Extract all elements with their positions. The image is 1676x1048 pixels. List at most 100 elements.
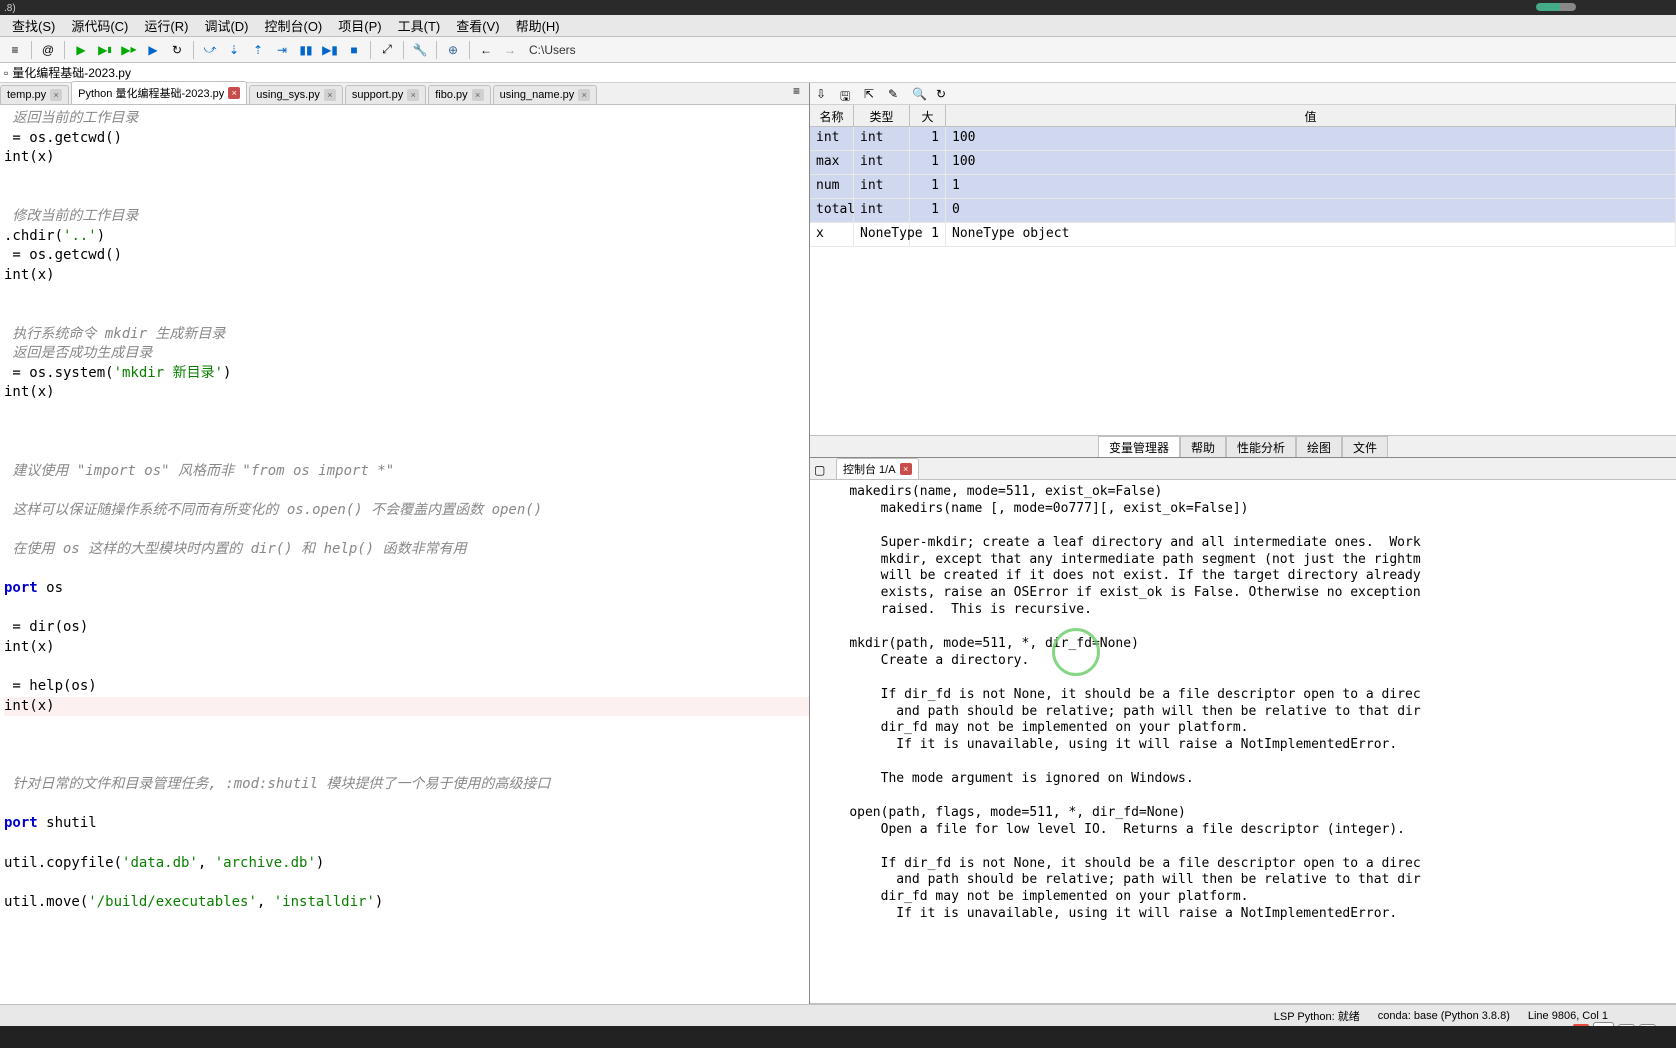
step-icon[interactable]: ▶▮ (319, 39, 341, 61)
run-icon[interactable]: ▶ (70, 39, 92, 61)
editor-tab[interactable]: support.py× (345, 85, 426, 104)
import-icon[interactable]: ⇩ (816, 87, 830, 101)
code-line[interactable] (4, 285, 809, 305)
code-line[interactable]: 建议使用 "import os" 风格而非 "from os import *" (4, 462, 809, 482)
code-line[interactable] (4, 168, 809, 188)
menu-项目[interactable]: 项目(P) (330, 14, 389, 37)
code-line[interactable]: = help(os) (4, 677, 809, 697)
code-line[interactable] (4, 403, 809, 423)
export-icon[interactable]: ⇱ (864, 87, 878, 101)
menu-查看[interactable]: 查看(V) (448, 14, 507, 37)
code-line[interactable]: util.move('/build/executables', 'install… (4, 893, 809, 913)
variable-list[interactable]: intint1100maxint1100numint11totalint10xN… (810, 127, 1676, 397)
clear-icon[interactable]: ✎ (888, 87, 902, 101)
menu-源代码[interactable]: 源代码(C) (63, 14, 136, 37)
code-line[interactable] (4, 795, 809, 815)
code-line[interactable]: = os.system('mkdir 新目录') (4, 364, 809, 384)
code-line[interactable]: util.copyfile('data.db', 'archive.db') (4, 854, 809, 874)
cursor-position[interactable]: Line 9806, Col 1 (1528, 1010, 1608, 1022)
code-line[interactable] (4, 520, 809, 540)
refresh-icon[interactable]: ↻ (936, 87, 950, 101)
console-new-icon[interactable]: ▢ (814, 463, 830, 479)
col-size[interactable]: 大小 (910, 105, 946, 126)
code-line[interactable] (4, 736, 809, 756)
tab-close-icon[interactable]: × (50, 89, 62, 101)
right-tab-3[interactable]: 绘图 (1296, 436, 1342, 459)
console-tab[interactable]: 控制台 1/A × (836, 458, 919, 479)
code-line[interactable] (4, 716, 809, 736)
editor-tab[interactable]: Python 量化编程基础-2023.py× (71, 81, 247, 104)
menu-控制台[interactable]: 控制台(O) (256, 14, 330, 37)
code-line[interactable] (4, 481, 809, 501)
step-over-icon[interactable]: ⤻ (199, 39, 221, 61)
code-line[interactable]: = os.getcwd() (4, 129, 809, 149)
menu-调试[interactable]: 调试(D) (196, 14, 256, 37)
variable-row[interactable]: maxint1100 (810, 151, 1676, 175)
taskbar[interactable] (0, 1026, 1676, 1048)
code-line[interactable]: 返回是否成功生成目录 (4, 344, 809, 364)
code-line[interactable]: 在使用 os 这样的大型模块时内置的 dir() 和 help() 函数非常有用 (4, 540, 809, 560)
col-name[interactable]: 名称 (810, 105, 854, 126)
stop-icon[interactable]: ■ (343, 39, 365, 61)
step-out-icon[interactable]: ⇡ (247, 39, 269, 61)
code-line[interactable]: 执行系统命令 mkdir 生成新目录 (4, 325, 809, 345)
code-line[interactable] (4, 834, 809, 854)
variable-row[interactable]: xNoneType1NoneType object (810, 223, 1676, 247)
code-line[interactable]: 这样可以保证随操作系统不同而有所变化的 os.open() 不会覆盖内置函数 o… (4, 501, 809, 521)
code-line[interactable]: .chdir('..') (4, 227, 809, 247)
code-line[interactable] (4, 912, 809, 932)
save-icon[interactable]: 🖫 (840, 87, 854, 101)
new-file-icon[interactable]: ≡ (4, 39, 26, 61)
code-line[interactable]: 修改当前的工作目录 (4, 207, 809, 227)
tab-close-icon[interactable]: × (472, 89, 484, 101)
code-line[interactable]: = dir(os) (4, 618, 809, 638)
variable-row[interactable]: intint1100 (810, 127, 1676, 151)
editor-tab[interactable]: using_name.py× (493, 85, 598, 104)
tab-close-icon[interactable]: × (578, 89, 590, 101)
conda-status[interactable]: conda: base (Python 3.8.8) (1378, 1010, 1510, 1022)
code-line[interactable] (4, 423, 809, 443)
menu-运行[interactable]: 运行(R) (136, 14, 196, 37)
code-line[interactable] (4, 658, 809, 678)
right-tab-1[interactable]: 帮助 (1180, 436, 1226, 459)
code-line[interactable]: port os (4, 579, 809, 599)
col-type[interactable]: 类型 (854, 105, 910, 126)
code-line[interactable] (4, 599, 809, 619)
search-icon[interactable]: 🔍 (912, 87, 926, 101)
col-value[interactable]: 值 (946, 105, 1676, 126)
lsp-status[interactable]: LSP Python: 就绪 (1274, 1008, 1360, 1024)
pane-splitter[interactable] (804, 83, 814, 1023)
debug-run-icon[interactable]: ▶ (142, 39, 164, 61)
console-close-icon[interactable]: × (900, 463, 912, 475)
code-line[interactable]: = os.getcwd() (4, 246, 809, 266)
code-line[interactable]: int(x) (4, 266, 809, 286)
code-line[interactable]: int(x) (4, 638, 809, 658)
editor-tab[interactable]: fibo.py× (428, 85, 490, 104)
editor-tab[interactable]: temp.py× (0, 85, 69, 104)
variable-row[interactable]: totalint10 (810, 199, 1676, 223)
right-tab-0[interactable]: 变量管理器 (1098, 436, 1180, 459)
run-advance-icon[interactable]: ▶▶ (118, 39, 140, 61)
tab-close-icon[interactable]: × (228, 87, 240, 99)
working-dir[interactable]: C:\Users (529, 43, 576, 57)
console-output[interactable]: makedirs(name, mode=511, exist_ok=False)… (810, 480, 1676, 1003)
code-line[interactable] (4, 187, 809, 207)
tab-close-icon[interactable]: × (324, 89, 336, 101)
code-line[interactable]: int(x) (4, 383, 809, 403)
code-line[interactable]: port shutil (4, 814, 809, 834)
pause-icon[interactable]: ▮▮ (295, 39, 317, 61)
code-line[interactable]: 返回当前的工作目录 (4, 109, 809, 129)
continue-icon[interactable]: ⇥ (271, 39, 293, 61)
code-editor[interactable]: 返回当前的工作目录 = os.getcwd()int(x) 修改当前的工作目录.… (0, 105, 809, 1023)
python-icon[interactable]: ⊕ (442, 39, 464, 61)
tab-close-icon[interactable]: × (407, 89, 419, 101)
fullscreen-icon[interactable]: ⤢ (376, 39, 398, 61)
code-line[interactable]: int(x) (4, 148, 809, 168)
breadcrumb-file[interactable]: 量化编程基础-2023.py (12, 64, 131, 81)
nav-fwd-icon[interactable]: → (499, 39, 521, 61)
code-line[interactable] (4, 560, 809, 580)
code-line[interactable] (4, 305, 809, 325)
code-line[interactable]: 针对日常的文件和目录管理任务, :mod:shutil 模块提供了一个易于使用的… (4, 775, 809, 795)
step-into-icon[interactable]: ⇣ (223, 39, 245, 61)
menu-帮助[interactable]: 帮助(H) (508, 14, 568, 37)
